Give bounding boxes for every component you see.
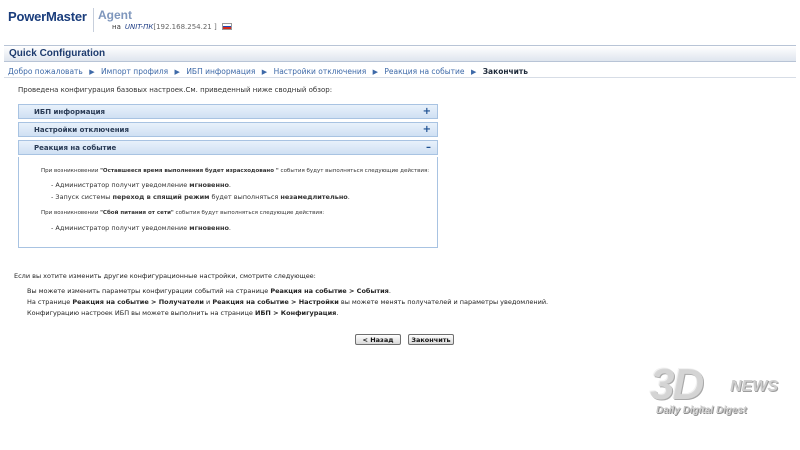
text: Конфигурацию настроек ИБП вы можете выпо… bbox=[27, 309, 255, 317]
text: . bbox=[336, 309, 339, 317]
watermark-subtitle: Daily Digital Digest bbox=[656, 405, 747, 416]
panel-event-action[interactable]: Реакция на событие – bbox=[18, 140, 438, 155]
host-ip: [192.168.254.21 ] bbox=[153, 23, 217, 31]
panel-shutdown-settings-label: Настройки отключения bbox=[34, 126, 129, 134]
bold-text: переход в спящий режим bbox=[112, 193, 210, 201]
text: . bbox=[228, 181, 231, 189]
agent-label: Agent bbox=[98, 8, 132, 22]
expand-icon[interactable]: + bbox=[423, 106, 431, 117]
events-page-ref: Реакция на событие > События bbox=[270, 287, 389, 295]
triangle-right-icon: ▶ bbox=[174, 68, 180, 76]
bold-text: незамедлительно bbox=[280, 193, 348, 201]
finish-button[interactable]: Закончить bbox=[408, 334, 454, 345]
text: При возникновении bbox=[41, 210, 101, 216]
action-item-notify-1: - Администратор получит уведомление мгно… bbox=[51, 181, 231, 189]
expand-icon[interactable]: + bbox=[423, 124, 431, 135]
breadcrumb: Добро пожаловать ▶ Импорт профиля ▶ ИБП … bbox=[8, 67, 528, 76]
page-title: Quick Configuration bbox=[9, 48, 106, 59]
event-name-power-failure: "Сбой питания от сети" bbox=[100, 210, 174, 216]
hint-line-events: Вы можете изменить параметры конфигураци… bbox=[27, 287, 391, 295]
text: На странице bbox=[27, 298, 73, 306]
event-block-power-failure: При возникновении "Сбой питания от сети"… bbox=[41, 210, 324, 216]
panel-event-action-label: Реакция на событие bbox=[34, 144, 117, 152]
bold-text: мгновенно bbox=[189, 224, 229, 232]
text: . bbox=[228, 224, 231, 232]
breadcrumb-ups-info[interactable]: ИБП информация bbox=[186, 67, 255, 76]
collapse-icon[interactable]: – bbox=[426, 142, 431, 153]
hint-line-ups-config: Конфигурацию настроек ИБП вы можете выпо… bbox=[27, 309, 338, 317]
text: - Запуск системы bbox=[51, 193, 113, 201]
panel-shutdown-settings[interactable]: Настройки отключения + bbox=[18, 122, 438, 137]
text: . bbox=[347, 193, 350, 201]
russian-flag-icon[interactable] bbox=[221, 23, 232, 30]
panel-ups-info-label: ИБП информация bbox=[34, 108, 106, 116]
triangle-right-icon: ▶ bbox=[470, 68, 477, 76]
host-info: на UNIT-ПК[192.168.254.21 ] bbox=[112, 23, 232, 31]
text: - Администратор получит уведомление bbox=[51, 224, 190, 232]
settings-page-ref: Реакция на событие > Настройки bbox=[212, 298, 339, 306]
logo-divider bbox=[93, 8, 94, 32]
ups-config-page-ref: ИБП > Конфигурация bbox=[255, 309, 337, 317]
summary-intro: Проведена конфигурация базовых настроек.… bbox=[18, 86, 333, 94]
hint-line-recipients: На странице Реакция на событие > Получат… bbox=[27, 298, 548, 306]
action-item-notify-2: - Администратор получит уведомление мгно… bbox=[51, 224, 231, 232]
triangle-right-icon: ▶ bbox=[261, 68, 268, 76]
back-button[interactable]: < Назад bbox=[355, 334, 401, 345]
text: Вы можете изменить параметры конфигураци… bbox=[27, 287, 271, 295]
breadcrumb-divider bbox=[4, 77, 796, 78]
text: вы можете менять получателей и параметры… bbox=[338, 298, 549, 306]
text: - Администратор получит уведомление bbox=[51, 181, 190, 189]
triangle-right-icon: ▶ bbox=[372, 68, 379, 76]
breadcrumb-shutdown-settings[interactable]: Настройки отключения bbox=[274, 67, 367, 76]
text: события будут выполняться следующие дейс… bbox=[278, 168, 430, 174]
3dnews-watermark: 3D NEWS Daily Digital Digest bbox=[644, 356, 796, 446]
page-title-bar: Quick Configuration bbox=[4, 45, 796, 62]
event-block-runtime: При возникновении "Оставшееся время выпо… bbox=[41, 168, 429, 174]
text: будет выполняться bbox=[209, 193, 281, 201]
other-settings-intro: Если вы хотите изменить другие конфигура… bbox=[14, 272, 316, 280]
watermark-news: NEWS bbox=[730, 378, 778, 395]
bold-text: мгновенно bbox=[189, 181, 229, 189]
app-header: PowerMaster Agent на UNIT-ПК[192.168.254.… bbox=[0, 0, 800, 40]
breadcrumb-event-action[interactable]: Реакция на событие bbox=[384, 67, 464, 76]
recipients-page-ref: Реакция на событие > Получатели bbox=[72, 298, 204, 306]
event-name-runtime: "Оставшееся время выполнения будет израс… bbox=[100, 168, 279, 174]
breadcrumb-welcome[interactable]: Добро пожаловать bbox=[8, 67, 83, 76]
action-item-hibernate: - Запуск системы переход в спящий режим … bbox=[51, 193, 350, 201]
watermark-3d: 3D bbox=[650, 360, 704, 409]
on-label: на bbox=[112, 23, 121, 31]
panel-ups-info[interactable]: ИБП информация + bbox=[18, 104, 438, 119]
text: При возникновении bbox=[41, 168, 101, 174]
breadcrumb-import-profile[interactable]: Импорт профиля bbox=[101, 67, 168, 76]
breadcrumb-finish: Закончить bbox=[482, 67, 529, 76]
panel-event-action-body: При возникновении "Оставшееся время выпо… bbox=[18, 157, 438, 248]
text: . bbox=[388, 287, 391, 295]
triangle-right-icon: ▶ bbox=[89, 68, 95, 76]
text: события будут выполняться следующие дейс… bbox=[173, 210, 325, 216]
powermaster-logo: PowerMaster bbox=[8, 9, 87, 24]
host-name: UNIT-ПК bbox=[124, 23, 154, 31]
